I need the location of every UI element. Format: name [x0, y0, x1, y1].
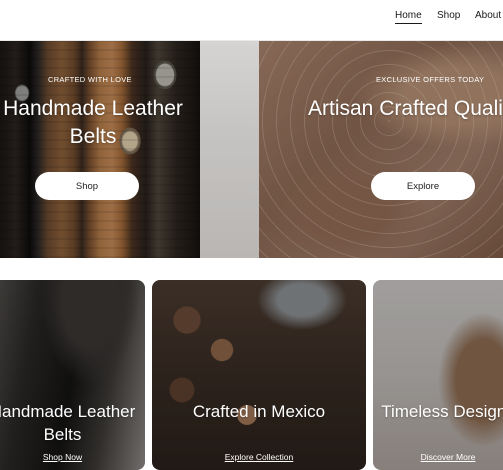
card-title-belts-line2: Belts [43, 425, 82, 444]
card-title-belts-line1: Handmade Leather [0, 402, 136, 421]
card-title-designs: Timeless Designs [381, 402, 503, 421]
nav-home-link[interactable]: Home [395, 10, 422, 24]
hero-title-left-line2: Belts [69, 125, 117, 148]
hero-banner-belts: CRAFTED WITH LOVE Handmade Leather Belts… [0, 41, 200, 258]
hero-eyebrow-left: CRAFTED WITH LOVE [48, 75, 132, 84]
hero-eyebrow-right: EXCLUSIVE OFFERS TODAY [376, 75, 485, 84]
card-title-mexico: Crafted in Mexico [192, 402, 326, 421]
shop-button[interactable]: Shop [35, 172, 139, 200]
card-overlay [373, 280, 503, 470]
site-header: Home Shop About [0, 0, 503, 41]
explore-button[interactable]: Explore [371, 172, 475, 200]
hero-overlay [259, 41, 503, 258]
explore-collection-link[interactable]: Explore Collection [152, 452, 366, 462]
card-overlay [152, 280, 366, 470]
shop-now-link[interactable]: Shop Now [0, 452, 145, 462]
hero-banner-artisan: EXCLUSIVE OFFERS TODAY Artisan Crafted Q… [259, 41, 503, 258]
nav-about-link[interactable]: About [475, 10, 501, 23]
hero-gap-image [200, 41, 259, 258]
card-title-belts: Handmade Leather Belts [0, 400, 145, 446]
hero-title-left-line1: Handmade Leather [3, 97, 183, 120]
category-card-belts[interactable]: Handmade Leather Belts Shop Now [0, 280, 145, 470]
hero-title-left: Handmade Leather Belts [0, 95, 198, 151]
hero-title-right: Artisan Crafted Quality [308, 97, 503, 120]
category-card-designs[interactable]: Timeless Designs Discover More [373, 280, 503, 470]
nav-shop-link[interactable]: Shop [437, 10, 460, 23]
category-card-mexico[interactable]: Crafted in Mexico Explore Collection [152, 280, 366, 470]
discover-more-link[interactable]: Discover More [373, 452, 503, 462]
